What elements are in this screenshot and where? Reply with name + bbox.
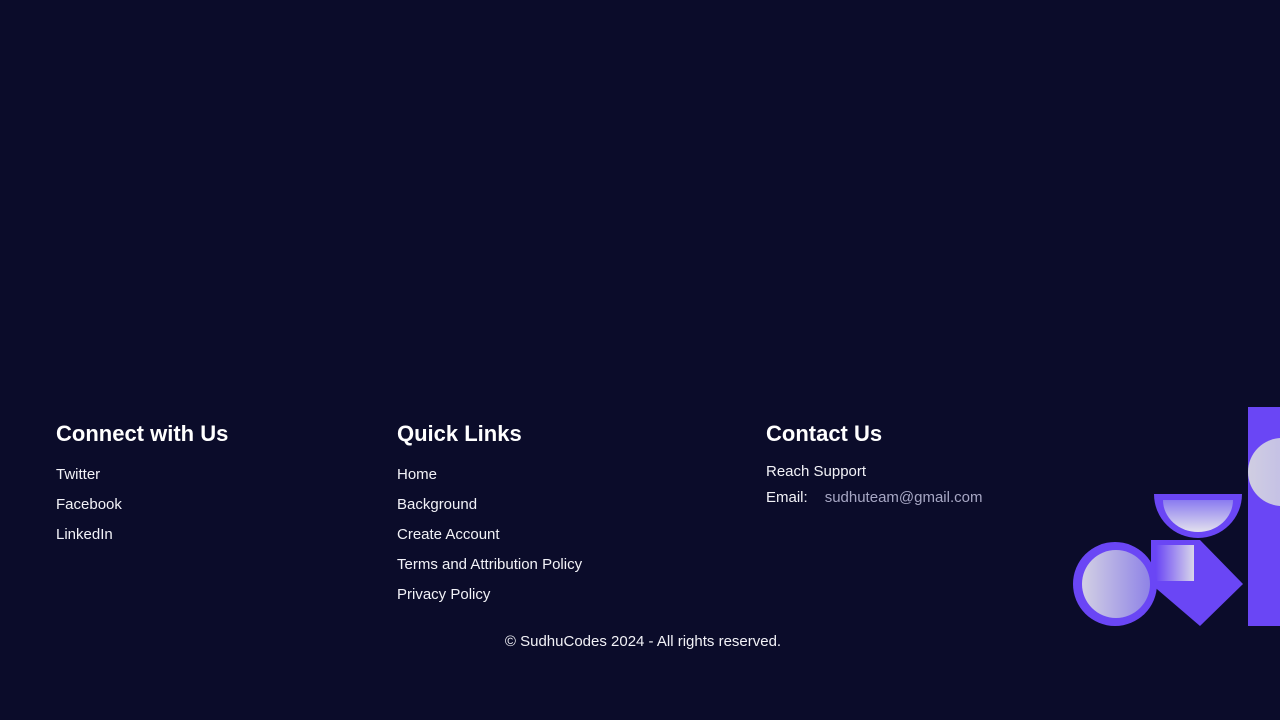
email-label: Email:	[766, 489, 808, 506]
contact-section: Contact Us Reach Support Email: sudhutea…	[766, 420, 982, 508]
create-account-link[interactable]: Create Account	[397, 525, 582, 555]
geometric-shapes-illustration	[1073, 407, 1280, 626]
contact-details: Reach Support Email: sudhuteam@gmail.com	[766, 462, 982, 508]
quick-links-section: Quick Links Home Background Create Accou…	[397, 420, 582, 615]
home-link[interactable]: Home	[397, 465, 582, 495]
contact-title: Contact Us	[766, 421, 883, 446]
email-link[interactable]: sudhuteam@gmail.com	[825, 488, 983, 508]
twitter-link[interactable]: Twitter	[56, 465, 228, 495]
reach-support-text: Reach Support	[766, 463, 867, 480]
page: Connect with Us Twitter Facebook LinkedI…	[0, 0, 1280, 720]
square-shape	[1156, 545, 1194, 581]
email-row: Email: sudhuteam@gmail.com	[766, 488, 982, 508]
quick-links-list: Home Background Create Account Terms and…	[397, 465, 582, 615]
circle-inner-shape	[1082, 550, 1150, 618]
privacy-policy-link[interactable]: Privacy Policy	[397, 585, 582, 615]
background-link[interactable]: Background	[397, 495, 582, 525]
linkedin-link[interactable]: LinkedIn	[56, 525, 228, 555]
connect-section: Connect with Us Twitter Facebook LinkedI…	[56, 420, 228, 555]
terms-link[interactable]: Terms and Attribution Policy	[397, 555, 582, 585]
quick-links-title: Quick Links	[397, 421, 522, 446]
connect-title: Connect with Us	[56, 421, 229, 446]
facebook-link[interactable]: Facebook	[56, 495, 228, 525]
social-links: Twitter Facebook LinkedIn	[56, 465, 228, 555]
